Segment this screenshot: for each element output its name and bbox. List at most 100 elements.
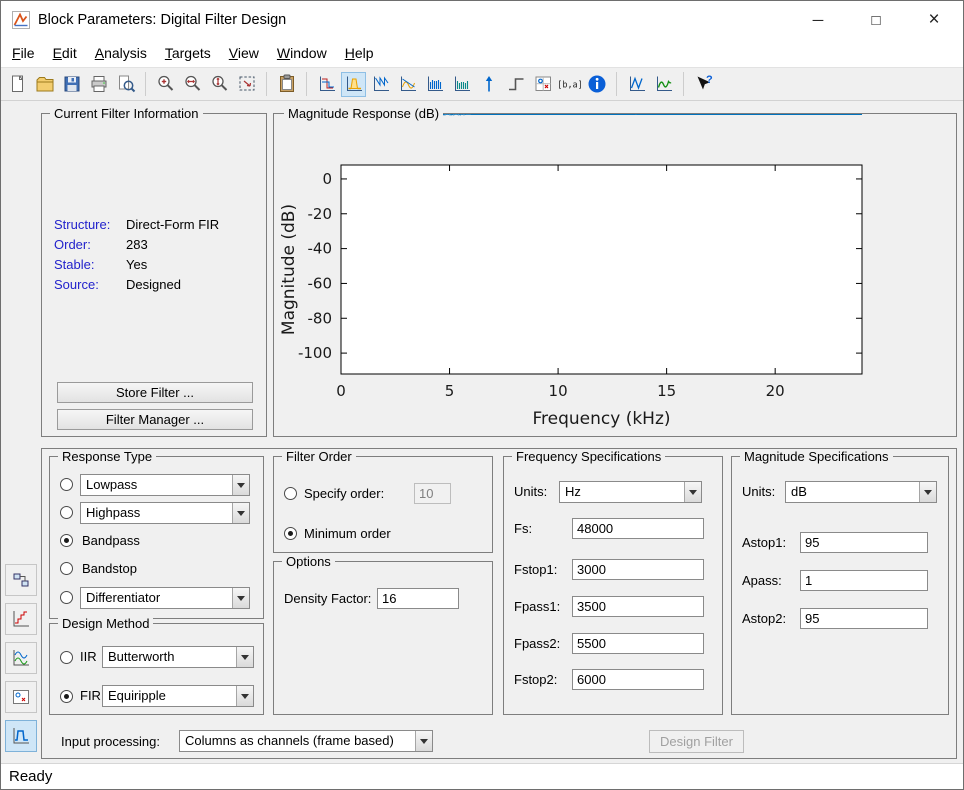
order-value: 283 bbox=[126, 237, 148, 252]
store-filter-button[interactable]: Store Filter ... bbox=[57, 382, 253, 403]
pole-zero-plot-button[interactable] bbox=[530, 72, 555, 97]
svg-text:-80: -80 bbox=[308, 309, 333, 327]
source-value: Designed bbox=[126, 277, 181, 292]
status-text: Ready bbox=[9, 768, 52, 785]
svg-text:-20: -20 bbox=[308, 205, 333, 223]
fir-radio[interactable] bbox=[60, 690, 73, 703]
differentiator-variant-combo[interactable]: Differentiator bbox=[80, 587, 250, 609]
iir-method-combo[interactable]: Butterworth bbox=[102, 646, 254, 668]
specify-order-label[interactable]: Specify order: bbox=[304, 486, 384, 501]
astop2-input[interactable] bbox=[800, 608, 928, 629]
svg-text:?: ? bbox=[706, 74, 713, 86]
fpass1-input[interactable] bbox=[572, 596, 704, 617]
iir-radio[interactable] bbox=[60, 651, 73, 664]
full-view-button[interactable] bbox=[234, 72, 259, 97]
structure-label: Structure: bbox=[54, 217, 110, 232]
chevron-down-icon[interactable] bbox=[415, 731, 432, 751]
filter-manager-button[interactable]: Filter Manager ... bbox=[57, 409, 253, 430]
fs-input[interactable] bbox=[572, 518, 704, 539]
round-off-noise-button[interactable] bbox=[651, 72, 676, 97]
context-help-button[interactable]: ? bbox=[691, 72, 716, 97]
bandstop-label[interactable]: Bandstop bbox=[82, 561, 137, 576]
svg-text:-100: -100 bbox=[298, 344, 332, 362]
filter-coefficients-button[interactable]: [b,a] bbox=[557, 72, 582, 97]
filter-information-button[interactable] bbox=[584, 72, 609, 97]
realize-model-button[interactable] bbox=[5, 564, 37, 596]
fpass2-label: Fpass2: bbox=[514, 636, 560, 651]
design-method-title: Design Method bbox=[58, 616, 153, 631]
highpass-variant-combo[interactable]: Highpass bbox=[80, 502, 250, 524]
specify-order-radio[interactable] bbox=[284, 487, 297, 500]
overlay-analysis-button[interactable] bbox=[624, 72, 649, 97]
menu-analysis[interactable]: Analysis bbox=[86, 42, 156, 64]
chevron-down-icon[interactable] bbox=[232, 588, 249, 608]
fpass2-input[interactable] bbox=[572, 633, 704, 654]
bandpass-radio[interactable] bbox=[60, 534, 73, 547]
mag-units-combo[interactable]: dB bbox=[785, 481, 937, 503]
fir-label[interactable]: FIR bbox=[80, 688, 101, 703]
density-factor-input[interactable] bbox=[377, 588, 459, 609]
apass-label: Apass: bbox=[742, 573, 782, 588]
svg-text:0: 0 bbox=[336, 382, 346, 400]
fstop1-input[interactable] bbox=[572, 559, 704, 580]
pole-zero-editor-button[interactable] bbox=[5, 681, 37, 713]
minimum-order-label[interactable]: Minimum order bbox=[304, 526, 391, 541]
specify-order-input bbox=[414, 483, 451, 504]
magnitude-response-plot: 0-20-40-60-80-10005101520Magnitude (dB)F… bbox=[274, 114, 956, 436]
chevron-down-icon[interactable] bbox=[236, 647, 253, 667]
bandstop-radio[interactable] bbox=[60, 562, 73, 575]
apass-input[interactable] bbox=[800, 570, 928, 591]
highpass-radio[interactable] bbox=[60, 506, 73, 519]
print-button[interactable] bbox=[86, 72, 111, 97]
input-processing-combo[interactable]: Columns as channels (frame based) bbox=[179, 730, 433, 752]
close-button[interactable]: × bbox=[905, 1, 963, 39]
menu-targets[interactable]: Targets bbox=[156, 42, 220, 64]
chevron-down-icon[interactable] bbox=[919, 482, 936, 502]
zoom-in-button[interactable] bbox=[153, 72, 178, 97]
print-preview-button[interactable] bbox=[113, 72, 138, 97]
group-delay-button[interactable] bbox=[422, 72, 447, 97]
response-type-title: Response Type bbox=[58, 449, 156, 464]
chevron-down-icon[interactable] bbox=[684, 482, 701, 502]
frequency-specifications-group: Frequency Specifications Units: Hz Fs: F… bbox=[503, 456, 723, 715]
magnitude-specifications-title: Magnitude Specifications bbox=[740, 449, 893, 464]
maximize-button[interactable]: □ bbox=[847, 1, 905, 39]
minimize-button[interactable]: ─ bbox=[789, 1, 847, 39]
impulse-response-button[interactable] bbox=[476, 72, 501, 97]
svg-text:10: 10 bbox=[549, 382, 568, 400]
set-quantization-parameters-button[interactable] bbox=[5, 603, 37, 635]
filter-specifications-button[interactable] bbox=[314, 72, 339, 97]
lowpass-radio[interactable] bbox=[60, 478, 73, 491]
astop1-input[interactable] bbox=[800, 532, 928, 553]
step-response-button[interactable] bbox=[503, 72, 528, 97]
magnitude-response-button[interactable] bbox=[341, 72, 366, 97]
menu-edit[interactable]: Edit bbox=[44, 42, 86, 64]
differentiator-radio[interactable] bbox=[60, 591, 73, 604]
chevron-down-icon[interactable] bbox=[236, 686, 253, 706]
zoom-x-button[interactable] bbox=[180, 72, 205, 97]
lowpass-variant-combo[interactable]: Lowpass bbox=[80, 474, 250, 496]
bandpass-label[interactable]: Bandpass bbox=[82, 533, 140, 548]
iir-combo-value: Butterworth bbox=[108, 647, 174, 667]
density-factor-label: Density Factor: bbox=[284, 591, 371, 606]
minimum-order-radio[interactable] bbox=[284, 527, 297, 540]
freq-units-combo[interactable]: Hz bbox=[559, 481, 702, 503]
magnitude-and-phase-button[interactable] bbox=[395, 72, 420, 97]
fstop2-input[interactable] bbox=[572, 669, 704, 690]
menu-view[interactable]: View bbox=[220, 42, 268, 64]
menu-window[interactable]: Window bbox=[268, 42, 336, 64]
iir-label[interactable]: IIR bbox=[80, 649, 97, 664]
zoom-y-button[interactable] bbox=[207, 72, 232, 97]
print-to-figure-button[interactable] bbox=[274, 72, 299, 97]
menu-help[interactable]: Help bbox=[336, 42, 383, 64]
response-type-group: Response Type Lowpass Highpass Bandpass … bbox=[49, 456, 264, 619]
chevron-down-icon[interactable] bbox=[232, 503, 249, 523]
transform-filter-button[interactable] bbox=[5, 642, 37, 674]
frequency-specifications-title: Frequency Specifications bbox=[512, 449, 665, 464]
fir-method-combo[interactable]: Equiripple bbox=[102, 685, 254, 707]
save-button[interactable] bbox=[59, 72, 84, 97]
phase-response-button[interactable] bbox=[368, 72, 393, 97]
phase-delay-button[interactable] bbox=[449, 72, 474, 97]
chevron-down-icon[interactable] bbox=[232, 475, 249, 495]
design-filter-panel-button[interactable] bbox=[5, 720, 37, 752]
